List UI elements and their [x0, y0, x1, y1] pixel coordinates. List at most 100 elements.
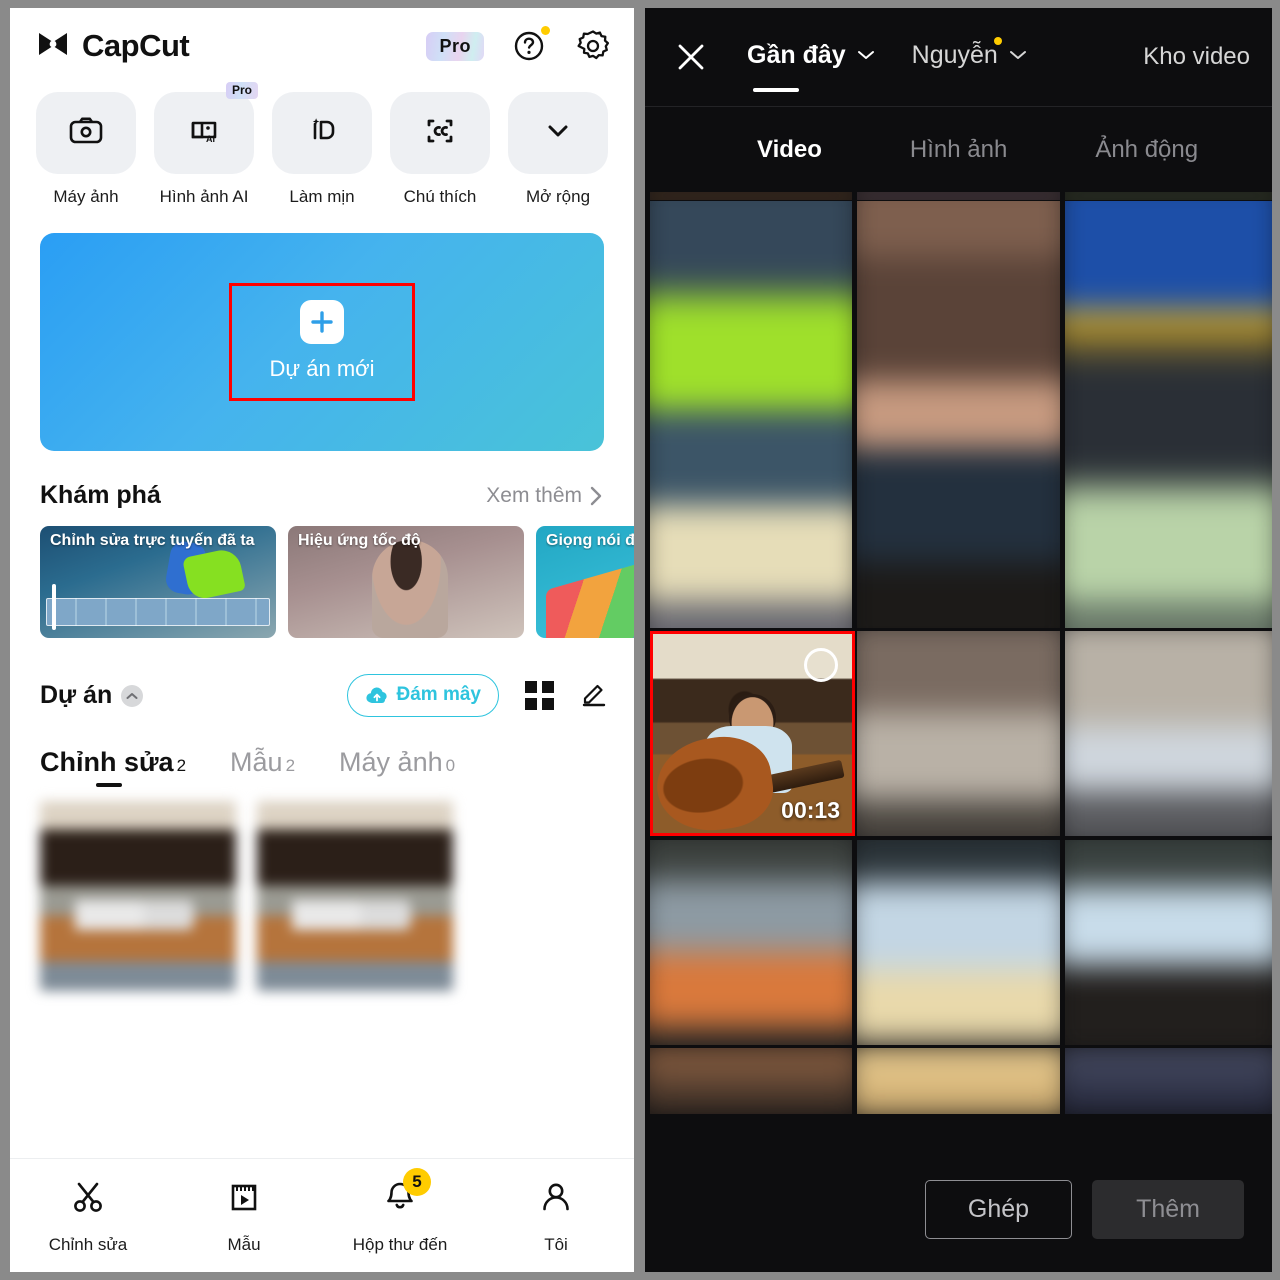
media-item[interactable] [1065, 631, 1272, 836]
new-project-banner[interactable]: Dự án mới [40, 233, 604, 451]
media-picker-footer: Ghép Thêm [645, 1146, 1272, 1272]
new-project-label: Dự án mới [269, 356, 375, 381]
media-thumbnail [650, 1048, 852, 1114]
settings-button[interactable] [574, 27, 612, 65]
chevron-up-icon[interactable] [121, 684, 144, 707]
project-tab-edit[interactable]: Chỉnh sửa 2 [40, 747, 186, 787]
app-name: CapCut [82, 28, 190, 63]
quick-action-camera[interactable]: Máy ảnh [36, 92, 136, 207]
media-item[interactable] [857, 631, 1060, 836]
account-notification-dot [993, 36, 1002, 45]
media-picker-header: Gần đây Nguyễn Kho video [645, 8, 1272, 106]
media-thumbnail [1065, 1048, 1272, 1114]
projects-title: Dự án [40, 681, 113, 709]
project-tab-label: Máy ảnh [339, 747, 443, 777]
plus-icon [299, 300, 344, 344]
explore-card[interactable]: Hiệu ứng tốc độ [288, 526, 524, 638]
quick-action-captions[interactable]: Chú thích [390, 92, 490, 207]
quick-action-tile [508, 92, 608, 174]
media-item[interactable] [857, 840, 1060, 1045]
media-item[interactable] [650, 192, 852, 200]
chevron-right-icon [590, 486, 602, 505]
media-thumbnail [857, 192, 1060, 200]
quick-action-expand[interactable]: Mở rộng [508, 92, 608, 207]
media-item[interactable] [650, 840, 852, 1045]
grid-view-button[interactable] [525, 681, 554, 710]
selection-checkbox[interactable] [804, 648, 838, 682]
quick-action-label: Hình ảnh AI [159, 187, 249, 206]
quick-action-tile [272, 92, 372, 174]
nav-item-template[interactable]: Mẫu [166, 1177, 322, 1255]
media-tab-gif[interactable]: Ảnh động [1095, 136, 1198, 164]
ai-image-icon: AI [184, 111, 224, 156]
media-item[interactable] [650, 201, 852, 628]
project-tab-count: 2 [176, 756, 187, 775]
explore-card[interactable]: Giọng nói đ [536, 526, 634, 638]
media-item[interactable] [1065, 1048, 1272, 1114]
quick-action-retouch[interactable]: Làm mịn [272, 92, 372, 207]
nav-item-inbox[interactable]: 5 Hộp thư đến [322, 1167, 478, 1255]
help-button[interactable] [510, 26, 550, 65]
media-item[interactable] [1065, 201, 1272, 628]
quick-action-label: Làm mịn [289, 187, 355, 206]
quick-action-ai-image[interactable]: Pro AI Hình ảnh AI [154, 82, 258, 207]
nav-item-label: Tôi [544, 1234, 568, 1254]
project-tab-camera[interactable]: Máy ảnh 0 [339, 747, 455, 787]
explore-card[interactable]: Chỉnh sửa trực tuyến đã ta [40, 526, 276, 638]
media-item[interactable] [857, 1048, 1060, 1114]
edit-pencil-button[interactable] [580, 679, 608, 712]
nav-item-label: Chỉnh sửa [48, 1234, 128, 1254]
pro-badge[interactable]: Pro [426, 31, 484, 61]
cloud-button[interactable]: Đám mây [346, 674, 499, 717]
project-item[interactable] [257, 801, 453, 991]
merge-button[interactable]: Ghép [924, 1179, 1073, 1239]
explore-card-caption: Giọng nói đ [546, 532, 634, 549]
media-tab-video[interactable]: Video [757, 136, 822, 164]
pro-tag: Pro [225, 82, 258, 99]
media-thumbnail [857, 1048, 1060, 1114]
close-icon[interactable] [671, 37, 711, 77]
media-item[interactable] [1065, 192, 1272, 200]
project-tab-count: 0 [445, 756, 456, 775]
source-tab-label: Nguyễn [911, 40, 998, 69]
quick-action-tile: Pro AI [154, 82, 258, 174]
media-item[interactable] [1065, 840, 1272, 1045]
person-icon [536, 1177, 576, 1222]
media-item[interactable] [650, 1048, 852, 1114]
captions-icon [420, 111, 460, 156]
media-thumbnail [1065, 631, 1272, 836]
source-tab-account[interactable]: Nguyễn [911, 36, 1028, 74]
cloud-upload-icon [365, 687, 387, 703]
scissors-icon [68, 1177, 108, 1222]
header-actions: Pro [426, 26, 612, 65]
retouch-icon [302, 111, 342, 156]
media-thumbnail [650, 840, 852, 1045]
camera-icon [66, 111, 106, 156]
explore-card-list: Chỉnh sửa trực tuyến đã ta Hiệu ứng tốc … [10, 510, 634, 638]
media-item-selected[interactable]: 00:13 [650, 631, 855, 836]
source-tab-recent[interactable]: Gần đây [747, 41, 876, 92]
media-tab-image[interactable]: Hình ảnh [910, 136, 1007, 164]
projects-header: Dự án Đám mây [10, 674, 634, 717]
help-notification-dot [541, 26, 550, 35]
media-item[interactable] [857, 192, 1060, 200]
capcut-home-panel: CapCut Pro Máy ảnh Pro AI Hình ảnh AI Là… [10, 8, 634, 1272]
project-item[interactable] [40, 801, 236, 991]
inbox-badge: 5 [403, 1167, 431, 1196]
media-thumbnail [1065, 201, 1272, 628]
nav-item-edit[interactable]: Chỉnh sửa [10, 1177, 166, 1255]
project-tab-label: Mẫu [230, 747, 283, 777]
explore-card-caption: Chỉnh sửa trực tuyến đã ta [50, 532, 255, 549]
project-tab-count: 2 [285, 756, 296, 775]
project-thumbnail-grid [10, 787, 634, 991]
media-item[interactable] [857, 201, 1060, 628]
media-thumbnail [857, 840, 1060, 1045]
media-thumbnail [650, 201, 852, 628]
add-button[interactable]: Thêm [1092, 1179, 1244, 1239]
video-store-link[interactable]: Kho video [1143, 43, 1250, 71]
nav-item-me[interactable]: Tôi [478, 1177, 634, 1255]
project-thumbnail [40, 801, 236, 991]
quick-action-label: Máy ảnh [53, 187, 119, 206]
explore-see-more[interactable]: Xem thêm [486, 484, 604, 508]
project-tab-template[interactable]: Mẫu 2 [230, 747, 295, 787]
